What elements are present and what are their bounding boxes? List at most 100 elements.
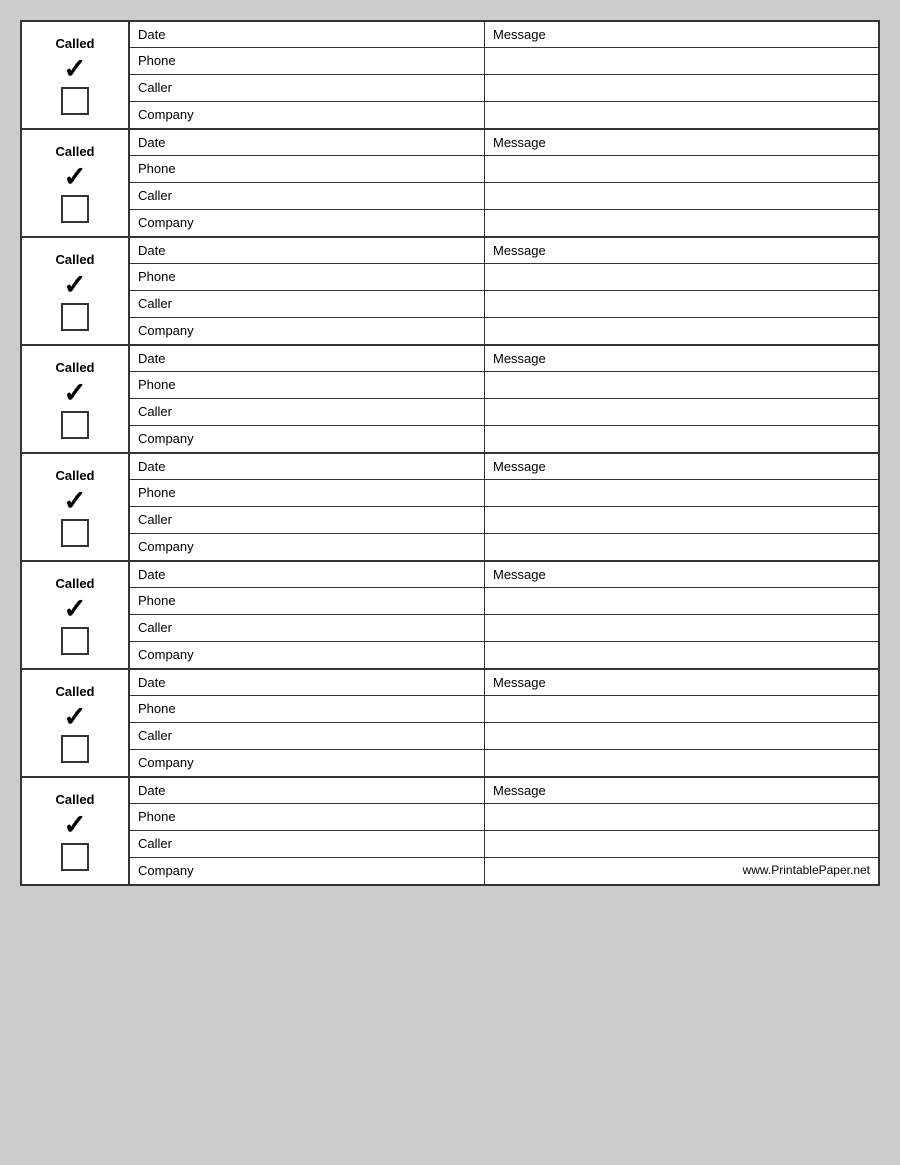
company-value-2: [485, 210, 878, 236]
called-label-6: Called: [55, 576, 94, 591]
record-3: Called ✓ Date Message Phone Caller Compa…: [22, 238, 878, 346]
called-label-3: Called: [55, 252, 94, 267]
caller-value-7: [485, 723, 878, 749]
checkbox-2[interactable]: [61, 195, 89, 223]
checkmark-6: ✓: [63, 595, 86, 623]
checkmark-2: ✓: [63, 163, 86, 191]
caller-row-1: Caller: [130, 75, 878, 102]
caller-value-6: [485, 615, 878, 641]
left-col-6: Called ✓: [22, 562, 130, 668]
caller-label-5: Caller: [130, 507, 485, 533]
phone-value-6: [485, 588, 878, 614]
top-row-7: Date Message: [130, 670, 878, 696]
checkbox-7[interactable]: [61, 735, 89, 763]
company-row-2: Company: [130, 210, 878, 236]
top-row-3: Date Message: [130, 238, 878, 264]
checkbox-8[interactable]: [61, 843, 89, 871]
company-row-7: Company: [130, 750, 878, 776]
checkbox-4[interactable]: [61, 411, 89, 439]
phone-row-6: Phone: [130, 588, 878, 615]
checkmark-4: ✓: [63, 379, 86, 407]
phone-row-2: Phone: [130, 156, 878, 183]
message-label-8: Message: [485, 778, 878, 803]
company-label-2: Company: [130, 210, 485, 236]
record-5: Called ✓ Date Message Phone Caller Compa…: [22, 454, 878, 562]
called-label-1: Called: [55, 36, 94, 51]
called-label-4: Called: [55, 360, 94, 375]
caller-label-6: Caller: [130, 615, 485, 641]
message-label-5: Message: [485, 454, 878, 479]
called-label-5: Called: [55, 468, 94, 483]
phone-row-5: Phone: [130, 480, 878, 507]
caller-label-3: Caller: [130, 291, 485, 317]
caller-label-7: Caller: [130, 723, 485, 749]
right-col-6: Date Message Phone Caller Company: [130, 562, 878, 668]
checkmark-7: ✓: [63, 703, 86, 731]
right-col-4: Date Message Phone Caller Company: [130, 346, 878, 452]
phone-label-6: Phone: [130, 588, 485, 614]
phone-row-1: Phone: [130, 48, 878, 75]
company-label-8: Company: [130, 858, 485, 884]
top-row-2: Date Message: [130, 130, 878, 156]
caller-row-2: Caller: [130, 183, 878, 210]
left-col-8: Called ✓: [22, 778, 130, 884]
caller-row-7: Caller: [130, 723, 878, 750]
caller-value-1: [485, 75, 878, 101]
caller-value-2: [485, 183, 878, 209]
phone-row-8: Phone: [130, 804, 878, 831]
phone-label-7: Phone: [130, 696, 485, 722]
company-value-7: [485, 750, 878, 776]
date-label-2: Date: [130, 130, 485, 155]
phone-value-3: [485, 264, 878, 290]
date-label-7: Date: [130, 670, 485, 695]
date-label-1: Date: [130, 22, 485, 47]
checkbox-1[interactable]: [61, 87, 89, 115]
checkmark-8: ✓: [63, 811, 86, 839]
left-col-5: Called ✓: [22, 454, 130, 560]
record-2: Called ✓ Date Message Phone Caller Compa…: [22, 130, 878, 238]
phone-row-4: Phone: [130, 372, 878, 399]
company-label-4: Company: [130, 426, 485, 452]
phone-message-form: Called ✓ Date Message Phone Caller Compa…: [20, 20, 880, 886]
left-col-7: Called ✓: [22, 670, 130, 776]
company-value-1: [485, 102, 878, 128]
left-col-3: Called ✓: [22, 238, 130, 344]
caller-value-4: [485, 399, 878, 425]
caller-label-1: Caller: [130, 75, 485, 101]
phone-label-1: Phone: [130, 48, 485, 74]
phone-label-8: Phone: [130, 804, 485, 830]
company-row-1: Company: [130, 102, 878, 128]
record-8: Called ✓ Date Message Phone Caller Compa…: [22, 778, 878, 884]
checkbox-5[interactable]: [61, 519, 89, 547]
phone-row-3: Phone: [130, 264, 878, 291]
date-label-3: Date: [130, 238, 485, 263]
record-1: Called ✓ Date Message Phone Caller Compa…: [22, 22, 878, 130]
top-row-1: Date Message: [130, 22, 878, 48]
left-col-1: Called ✓: [22, 22, 130, 128]
phone-label-5: Phone: [130, 480, 485, 506]
checkbox-3[interactable]: [61, 303, 89, 331]
called-label-7: Called: [55, 684, 94, 699]
company-label-7: Company: [130, 750, 485, 776]
message-label-4: Message: [485, 346, 878, 371]
right-col-5: Date Message Phone Caller Company: [130, 454, 878, 560]
caller-value-3: [485, 291, 878, 317]
caller-row-4: Caller: [130, 399, 878, 426]
message-label-6: Message: [485, 562, 878, 587]
company-row-6: Company: [130, 642, 878, 668]
company-label-1: Company: [130, 102, 485, 128]
company-label-6: Company: [130, 642, 485, 668]
caller-label-2: Caller: [130, 183, 485, 209]
caller-row-5: Caller: [130, 507, 878, 534]
phone-label-2: Phone: [130, 156, 485, 182]
checkmark-3: ✓: [63, 271, 86, 299]
phone-value-7: [485, 696, 878, 722]
phone-label-3: Phone: [130, 264, 485, 290]
record-6: Called ✓ Date Message Phone Caller Compa…: [22, 562, 878, 670]
company-row-8: Company www.PrintablePaper.net: [130, 858, 878, 884]
caller-value-8: [485, 831, 878, 857]
checkbox-6[interactable]: [61, 627, 89, 655]
top-row-6: Date Message: [130, 562, 878, 588]
right-col-3: Date Message Phone Caller Company: [130, 238, 878, 344]
phone-value-1: [485, 48, 878, 74]
